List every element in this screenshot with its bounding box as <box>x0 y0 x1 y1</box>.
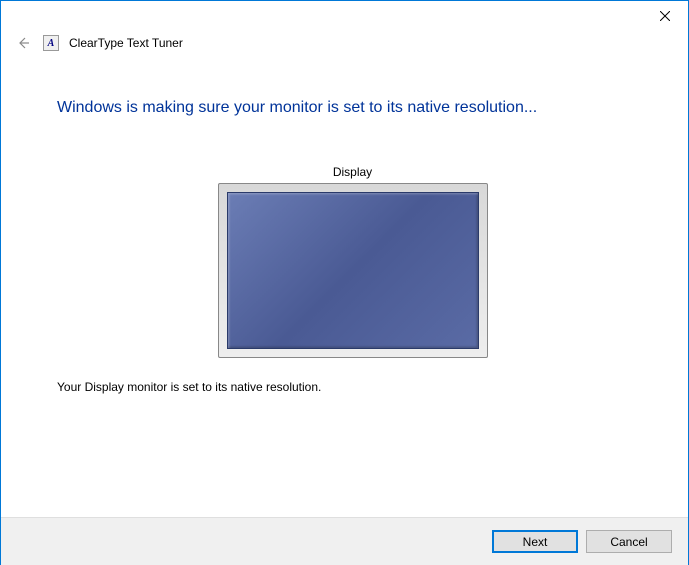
status-text: Your Display monitor is set to its nativ… <box>57 380 648 394</box>
monitor-preview-section: Display <box>57 165 648 358</box>
page-heading: Windows is making sure your monitor is s… <box>57 99 648 117</box>
close-button[interactable] <box>642 1 688 31</box>
app-title: ClearType Text Tuner <box>69 36 183 50</box>
app-icon: A <box>43 35 59 51</box>
monitor-preview[interactable] <box>218 183 488 358</box>
wizard-header: A ClearType Text Tuner <box>1 33 688 59</box>
monitor-screen-icon <box>227 192 479 349</box>
titlebar <box>1 1 688 33</box>
wizard-content: Windows is making sure your monitor is s… <box>1 59 688 414</box>
back-button[interactable] <box>13 33 33 53</box>
back-arrow-icon <box>15 35 31 51</box>
close-icon <box>660 11 670 21</box>
monitor-label: Display <box>333 165 372 179</box>
cancel-button[interactable]: Cancel <box>586 530 672 553</box>
app-icon-letter: A <box>48 38 55 49</box>
wizard-footer: Next Cancel <box>1 517 688 565</box>
next-button[interactable]: Next <box>492 530 578 553</box>
